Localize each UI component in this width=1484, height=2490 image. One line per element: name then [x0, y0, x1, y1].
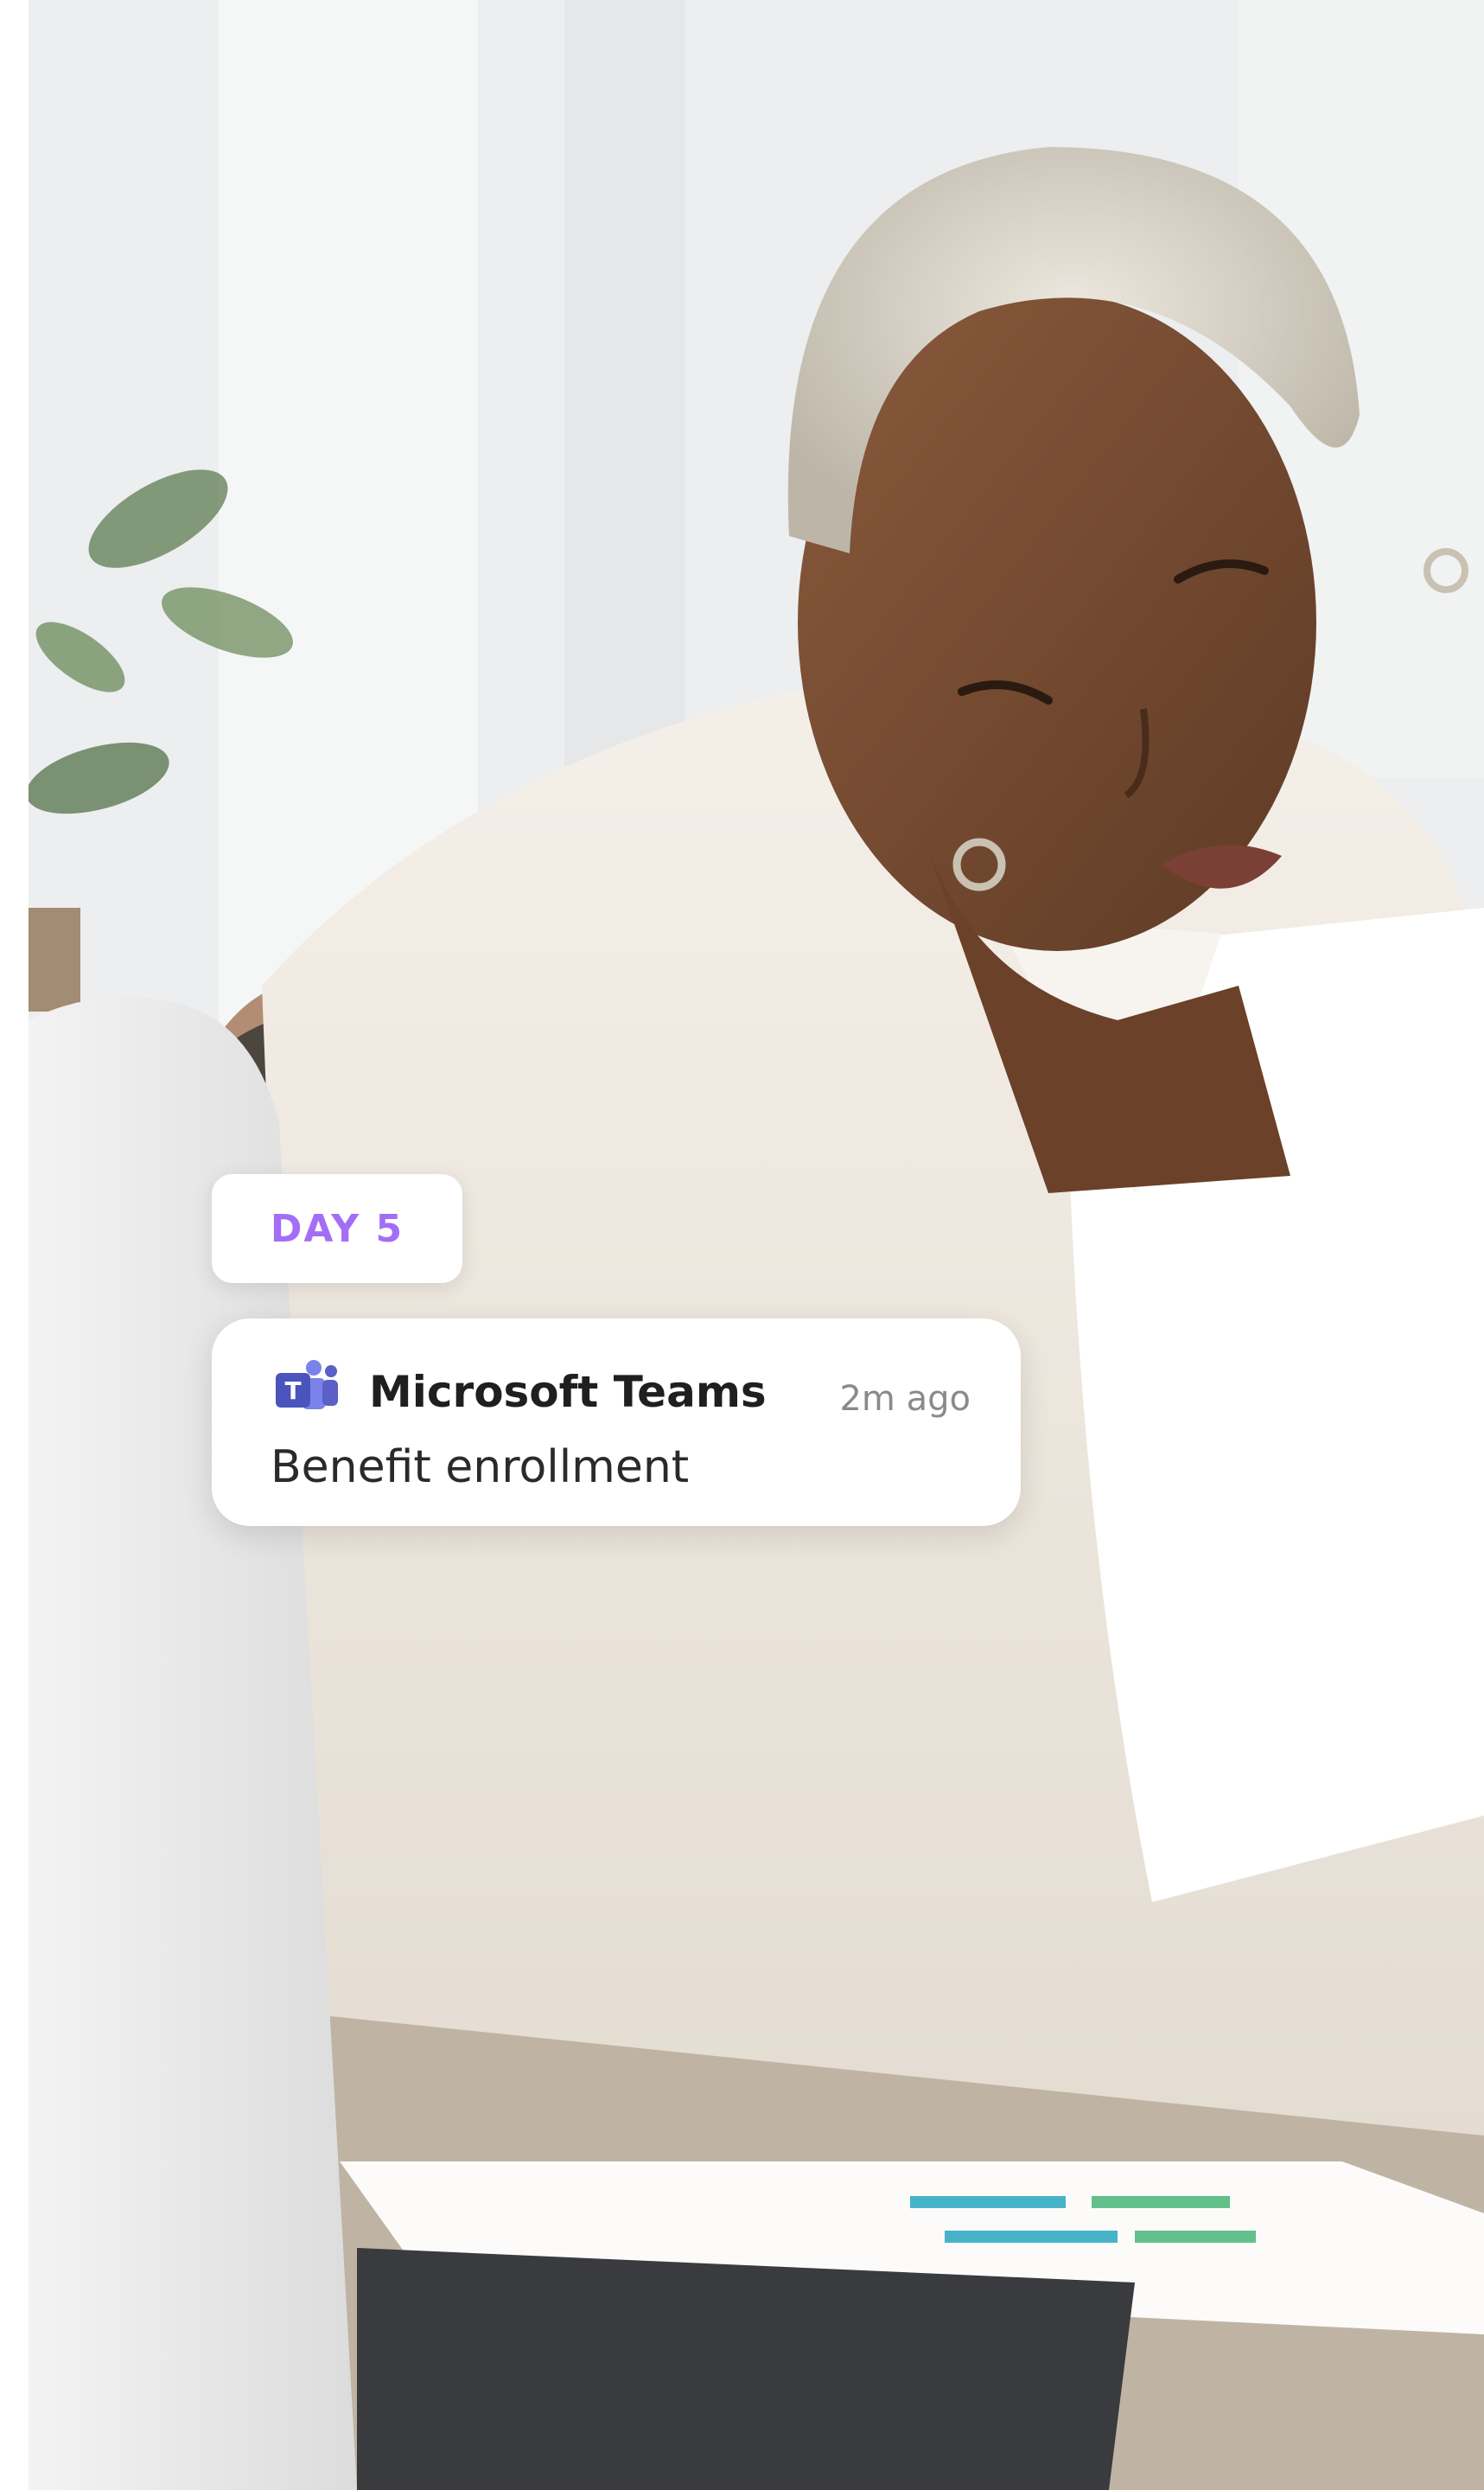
teams-notification[interactable]: T Microsoft Teams 2m ago Benefit enrollm… — [212, 1318, 1021, 1526]
day-badge-label: DAY 5 — [270, 1206, 404, 1251]
notification-timestamp: 2m ago — [839, 1379, 971, 1419]
day-badge: DAY 5 — [212, 1174, 462, 1283]
app-frame: DAY 5 T Microsoft Teams 2m ago Benefit e… — [0, 0, 1484, 2490]
microsoft-teams-icon: T — [274, 1357, 340, 1418]
svg-text:T: T — [284, 1376, 301, 1405]
notification-app-name: Microsoft Teams — [369, 1367, 767, 1417]
notification-message: Benefit enrollment — [271, 1441, 690, 1493]
